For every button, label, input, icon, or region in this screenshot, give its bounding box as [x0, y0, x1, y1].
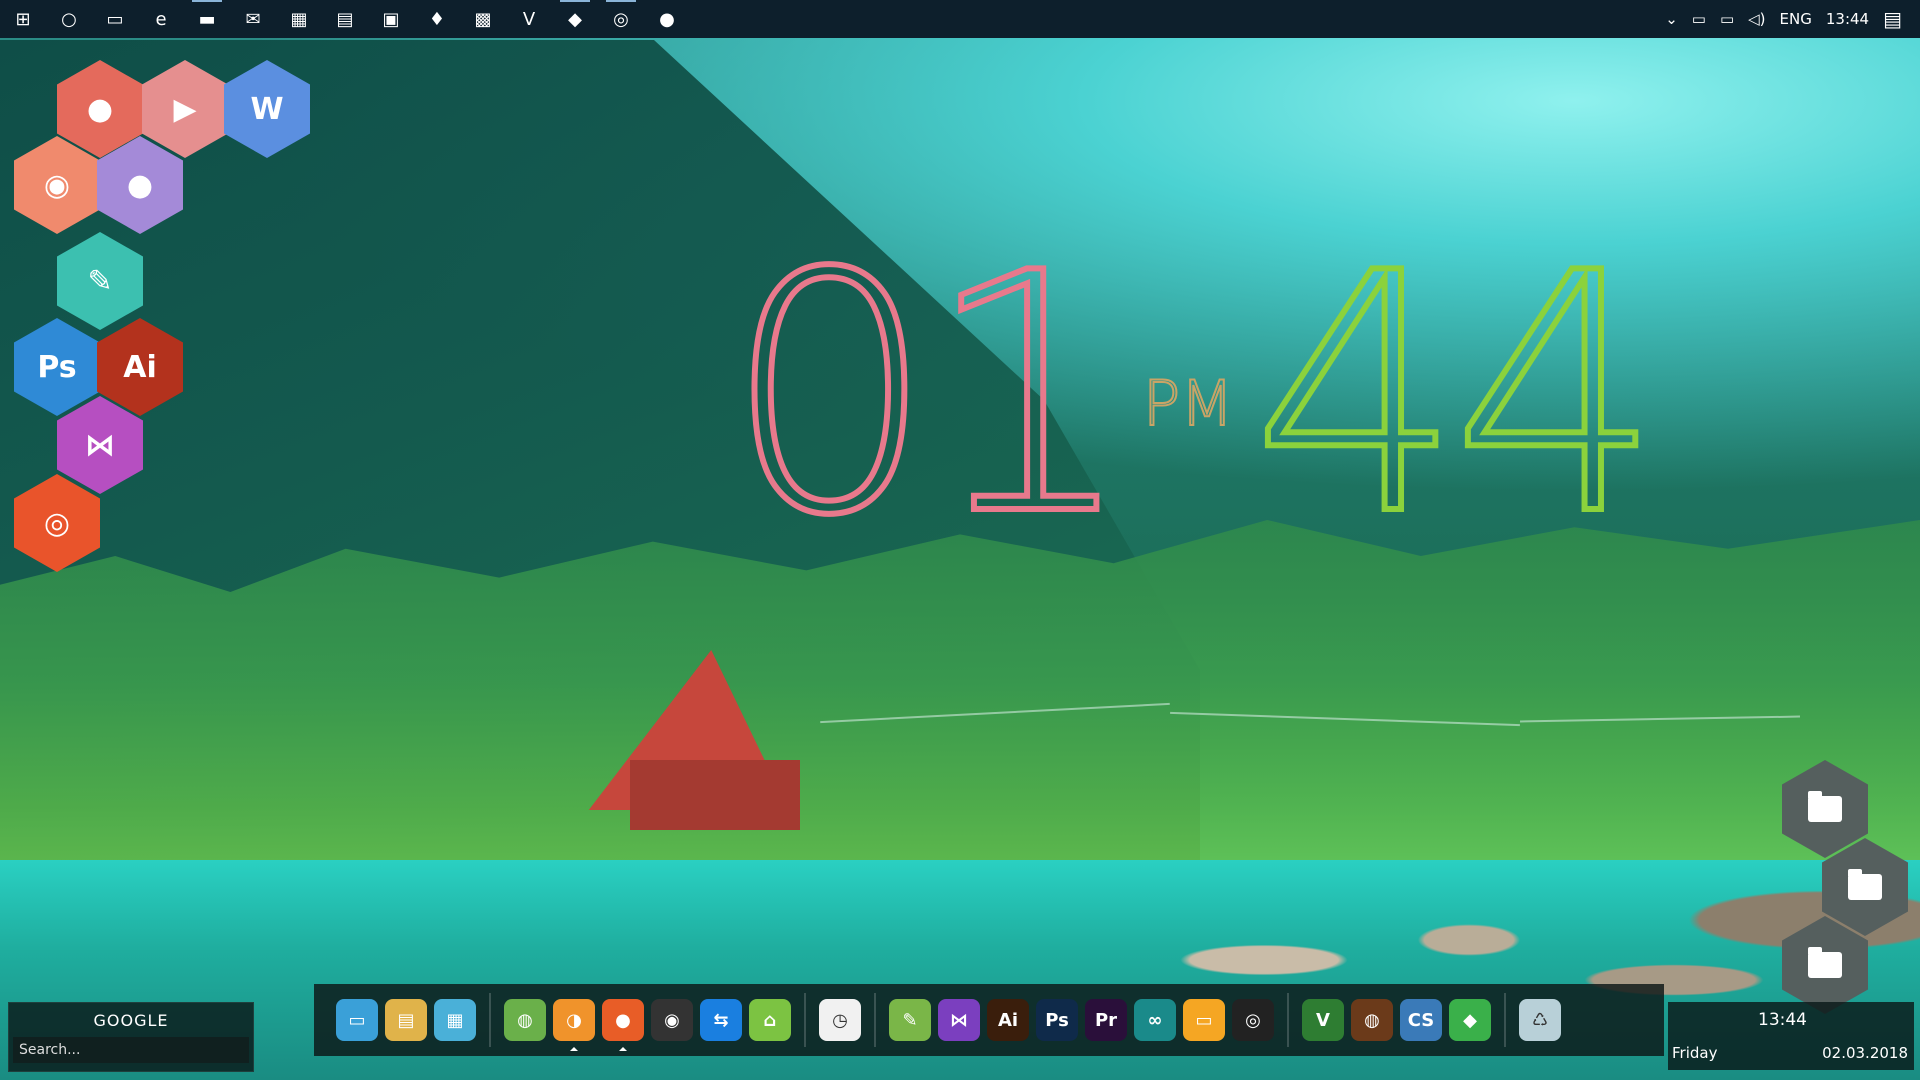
google-widget-title: GOOGLE [93, 1010, 169, 1030]
arduino-icon[interactable]: ∞ [1132, 995, 1178, 1045]
cities-skylines-icon[interactable]: CS [1398, 995, 1444, 1045]
control-panel-icon[interactable]: ▦ [432, 995, 478, 1045]
premiere-glyph: Pr [1085, 999, 1127, 1041]
deepin-icon[interactable]: ◉ [649, 995, 695, 1045]
teamviewer-icon[interactable]: ⇆ [698, 995, 744, 1045]
recycle-bin-icon[interactable]: ♺ [1517, 995, 1563, 1045]
network-icon[interactable]: ▭ [1720, 10, 1734, 28]
folder-icon [1808, 947, 1842, 978]
clock-app-icon[interactable]: ◷ [817, 995, 863, 1045]
wallpaper-cabin [588, 650, 840, 870]
taskbar: ⊞ ○ ▭ e ▬ ✉ ▦ ▤ ▣ ♦ ▩ V ◆ ◎ ● ⌄ ▭ ▭ ◁) ENG 13:44 ▤ [0, 0, 1920, 38]
illustrator-icon[interactable]: Ai [985, 995, 1031, 1045]
dock-separator [874, 993, 876, 1047]
system-tray: ⌄ ▭ ▭ ◁) ENG 13:44 ▤ [1665, 0, 1920, 38]
vim-icon[interactable]: V [506, 0, 552, 38]
clock-ampm: PM [1142, 366, 1235, 441]
game-glyph: ◍ [1351, 999, 1393, 1041]
notepad-glyph: ▭ [1183, 999, 1225, 1041]
google-search-input[interactable] [13, 1037, 249, 1063]
uc-browser-glyph: ◑ [553, 999, 595, 1041]
orange-app-icon[interactable]: ◆ [552, 0, 598, 38]
clock-widget: 13:44 Friday 02.03.2018 [1668, 1002, 1914, 1070]
folder-icon [1848, 869, 1882, 900]
photoshop-glyph: Ps [1036, 999, 1078, 1041]
language-indicator[interactable]: ENG [1780, 10, 1812, 28]
store-icon[interactable]: ▦ [276, 0, 322, 38]
mail-icon[interactable]: ✉ [230, 0, 276, 38]
vpn-glyph: ⌂ [749, 999, 791, 1041]
teamviewer-glyph: ⇆ [700, 999, 742, 1041]
taskbar-pinned-apps: ⊞ ○ ▭ e ▬ ✉ ▦ ▤ ▣ ♦ ▩ V ◆ ◎ ● [0, 0, 690, 38]
file-explorer-icon[interactable]: ▬ [184, 0, 230, 38]
volume-icon[interactable]: ◁) [1748, 10, 1765, 28]
dock-separator [1287, 993, 1289, 1047]
illustrator-glyph: Ai [987, 999, 1029, 1041]
premiere-icon[interactable]: Pr [1083, 995, 1129, 1045]
control-panel-glyph: ▦ [434, 999, 476, 1041]
clock-app-glyph: ◷ [819, 999, 861, 1041]
dock-separator [804, 993, 806, 1047]
clock-minutes: 44 [1249, 203, 1665, 587]
deepin-glyph: ◉ [651, 999, 693, 1041]
notepad-icon[interactable]: ▭ [1181, 995, 1227, 1045]
cities-skylines-glyph: CS [1400, 999, 1442, 1041]
vpn-icon[interactable]: ⌂ [747, 995, 793, 1045]
notes-app-icon[interactable]: ✎ [887, 995, 933, 1045]
firefox-icon[interactable]: ● [600, 995, 646, 1045]
drop-app-icon[interactable]: ♦ [414, 0, 460, 38]
bluestacks-glyph: ◆ [1449, 999, 1491, 1041]
visual-studio-icon[interactable]: ⋈ [936, 995, 982, 1045]
uc-browser-icon[interactable]: ◑ [551, 995, 597, 1045]
clock-widget-time: 13:44 [1758, 1010, 1807, 1030]
computer-glyph: ▭ [336, 999, 378, 1041]
arduino-glyph: ∞ [1134, 999, 1176, 1041]
recycle-bin-glyph: ♺ [1519, 999, 1561, 1041]
obs-glyph: ◎ [1232, 999, 1274, 1041]
cortana-icon[interactable]: ○ [46, 0, 92, 38]
desktop-clock: 01 PM 44 [722, 227, 1665, 563]
task-view-icon[interactable]: ▭ [92, 0, 138, 38]
google-search-widget: GOOGLE [8, 1002, 254, 1072]
windows-start-icon[interactable]: ⊞ [0, 0, 46, 38]
game-icon[interactable]: ◍ [1349, 995, 1395, 1045]
folder-icon [1808, 791, 1842, 822]
clock-hours: 01 [722, 203, 1138, 587]
battery-icon[interactable]: ▭ [1692, 10, 1706, 28]
tray-clock[interactable]: 13:44 [1826, 10, 1869, 28]
document-icon[interactable]: ▤ [322, 0, 368, 38]
dock-separator [1504, 993, 1506, 1047]
obs-icon[interactable]: ◎ [598, 0, 644, 38]
photoshop-icon[interactable]: Ps [1034, 995, 1080, 1045]
visual-studio-glyph: ⋈ [938, 999, 980, 1041]
yellow-app-icon[interactable]: ▩ [460, 0, 506, 38]
vim-glyph: V [1302, 999, 1344, 1041]
firefox-glyph: ● [602, 999, 644, 1041]
globe-glyph: ◍ [504, 999, 546, 1041]
clock-widget-day: Friday [1672, 1044, 1718, 1062]
action-center-icon[interactable]: ▤ [1883, 7, 1902, 31]
user-folder-icon[interactable]: ▤ [383, 995, 429, 1045]
globe-icon[interactable]: ◍ [502, 995, 548, 1045]
vim-icon[interactable]: V [1300, 995, 1346, 1045]
user-folder-glyph: ▤ [385, 999, 427, 1041]
edge-icon[interactable]: e [138, 0, 184, 38]
app-dock: ▭ ▤ ▦ ◍ ◑ ● ◉ ⇆ ⌂ ◷ ✎ ⋈ Ai Ps Pr ∞ ▭ ◎ V ◍ CS ◆ ♺ [314, 984, 1664, 1056]
notes-app-glyph: ✎ [889, 999, 931, 1041]
dock-separator [489, 993, 491, 1047]
firefox-icon[interactable]: ● [644, 0, 690, 38]
bluestacks-icon[interactable]: ◆ [1447, 995, 1493, 1045]
computer-icon[interactable]: ▭ [334, 995, 380, 1045]
obs-icon[interactable]: ◎ [1230, 995, 1276, 1045]
chevron-up-icon[interactable]: ⌄ [1665, 10, 1678, 28]
gift-app-icon[interactable]: ▣ [368, 0, 414, 38]
clock-widget-date: 02.03.2018 [1822, 1044, 1908, 1062]
